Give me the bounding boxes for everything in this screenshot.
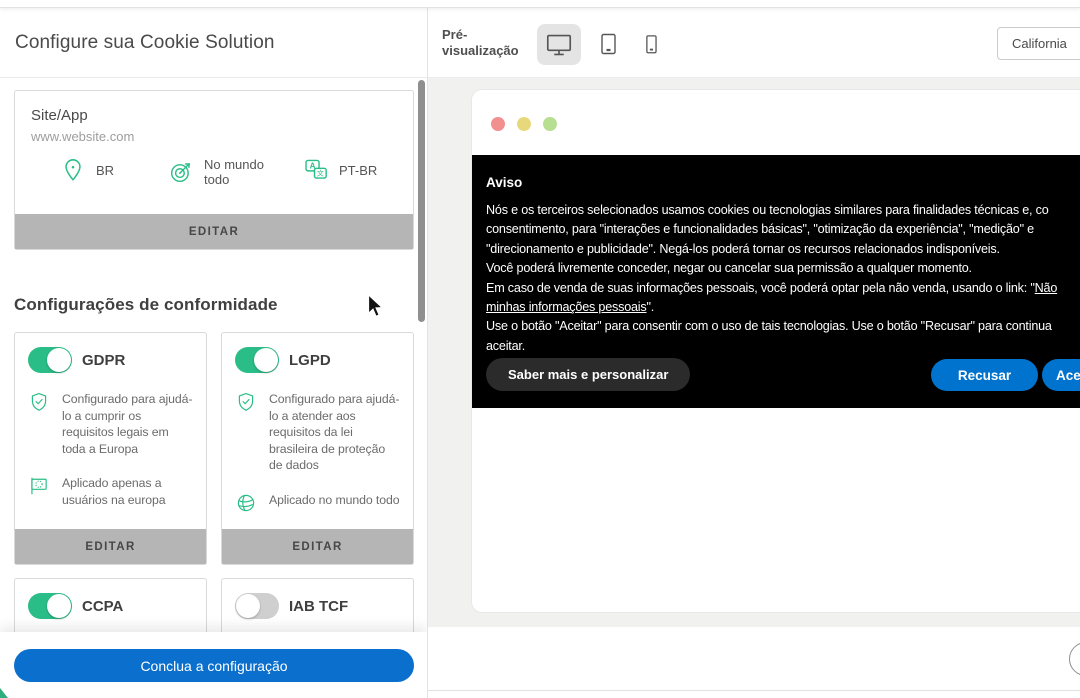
chat-bubble-corner [0,688,8,698]
footer-divider [428,690,1080,691]
lgpd-label: LGPD [289,352,331,369]
mouse-cursor [365,294,387,318]
banner-accept-button[interactable]: Aceitar [1042,359,1080,391]
desktop-icon [544,32,574,58]
site-scope: No mundo todo [168,157,270,187]
page-title: Configure sua Cookie Solution [15,32,275,54]
location-pin-icon [60,157,86,183]
browser-mockup: Aviso Nós e os terceiros selecionados us… [472,90,1080,612]
preview-label: Pré- visualização [442,27,519,59]
gdpr-card: GDPR Configurado para ajudá-lo a cumprir… [14,332,207,565]
preview-header: Pré- visualização [428,8,1080,78]
configurator-header: Configure sua Cookie Solution [0,8,427,78]
banner-customize-button[interactable]: Saber mais e personalizar [486,358,690,391]
banner-link[interactable]: minhas informações pessoais [486,300,647,314]
banner-title: Aviso [486,175,522,190]
lgpd-card: LGPD Configurado para ajudá-lo a atender… [221,332,414,565]
device-phone-button[interactable] [629,24,673,65]
site-country: BR [60,157,114,183]
top-strip [0,0,1080,8]
target-icon [168,159,194,185]
device-desktop-button[interactable] [537,24,581,65]
preview-area: Aviso Nós e os terceiros selecionados us… [428,78,1080,627]
site-app-card: Site/App www.website.com BR No m [14,90,414,250]
gdpr-toggle[interactable] [28,347,72,373]
finish-configuration-button[interactable]: Conclua a configuração [14,649,414,682]
site-url: www.website.com [31,129,397,144]
site-language-label: PT-BR [339,163,377,178]
tablet-icon [596,32,620,58]
banner-link[interactable]: Não [1035,281,1058,295]
region-selector[interactable]: California [997,27,1080,60]
traffic-light-red-icon [491,117,505,131]
lgpd-item-1: Configurado para ajudá-lo a atender aos … [269,391,400,474]
iab-tcf-toggle[interactable] [235,593,279,619]
ccpa-toggle[interactable] [28,593,72,619]
eu-flag-icon [28,475,50,508]
banner-reject-button[interactable]: Recusar [931,359,1038,391]
shield-check-icon [28,391,50,457]
gdpr-item-2: Aplicado apenas a usuários na europa [62,475,193,508]
site-scope-label: No mundo todo [204,157,270,187]
translate-icon: A 文 [303,157,329,183]
svg-text:文: 文 [317,169,324,178]
shield-check-icon [235,391,257,474]
globe-icon [235,492,257,514]
preview-panel: Pré- visualização [428,8,1080,698]
cookie-banner: Aviso Nós e os terceiros selecionados us… [472,155,1080,408]
help-button[interactable] [1069,642,1080,676]
lgpd-toggle[interactable] [235,347,279,373]
gdpr-edit-button[interactable]: EDITAR [15,529,206,564]
traffic-light-yellow-icon [517,117,531,131]
ccpa-label: CCPA [82,598,123,615]
gdpr-label: GDPR [82,352,125,369]
configurator-panel: Configure sua Cookie Solution Site/App w… [0,8,428,698]
compliance-section-title: Configurações de conformidade [14,295,278,315]
traffic-light-green-icon [543,117,557,131]
configurator-footer: Conclua a configuração [0,632,427,698]
scrollbar-thumb[interactable] [418,80,425,322]
lgpd-edit-button[interactable]: EDITAR [222,529,413,564]
lgpd-item-2: Aplicado no mundo todo [269,492,400,514]
iab-tcf-label: IAB TCF [289,598,348,615]
site-app-title: Site/App [31,107,397,124]
gdpr-item-1: Configurado para ajudá-lo a cumprir os r… [62,391,193,457]
banner-text: Nós e os terceiros selecionados usamos c… [486,201,1057,356]
site-language: A 文 PT-BR [303,157,377,183]
site-country-label: BR [96,163,114,178]
preview-footer [428,627,1080,698]
device-tablet-button[interactable] [586,24,630,65]
site-edit-button[interactable]: EDITAR [15,214,413,249]
phone-icon [640,33,662,57]
